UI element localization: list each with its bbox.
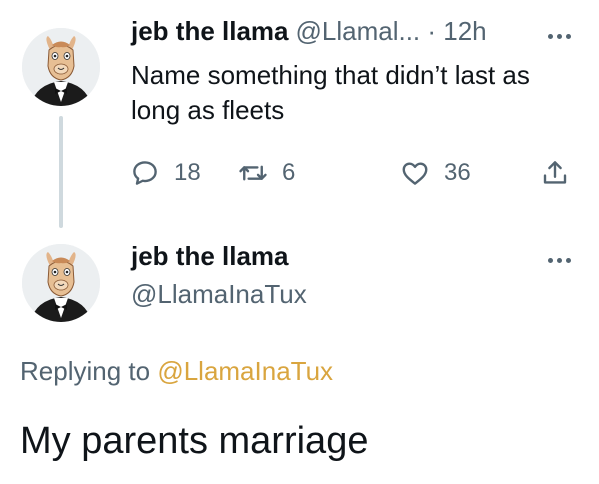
more-dots-icon: [556, 257, 562, 263]
llama-avatar-image: [22, 244, 100, 322]
display-name[interactable]: jeb the llama: [131, 241, 289, 272]
tweet-header: jeb the llama @Llamal... · 12h: [131, 16, 487, 52]
display-name[interactable]: jeb the llama: [131, 16, 289, 47]
reply-button[interactable]: 18: [130, 155, 201, 191]
llama-avatar-image: [22, 28, 100, 106]
share-button[interactable]: [540, 155, 570, 191]
tweet-action-bar: 18 6 36: [130, 155, 580, 191]
user-handle[interactable]: @LlamaInaTux: [131, 279, 307, 310]
reply-tweet-text: My parents marriage: [20, 420, 369, 462]
more-dots-icon: [565, 257, 571, 263]
replying-to-line: Replying to @LlamaInaTux: [20, 356, 333, 387]
more-dots-icon: [547, 257, 553, 263]
retweet-button[interactable]: 6: [238, 155, 295, 191]
like-count: 36: [444, 159, 471, 186]
like-button[interactable]: 36: [400, 155, 471, 191]
more-dots-icon: [565, 33, 571, 39]
replying-to-mention-link[interactable]: @LlamaInaTux: [157, 356, 333, 386]
more-dots-icon: [547, 33, 553, 39]
retweet-count: 6: [282, 159, 296, 186]
handle-and-time[interactable]: @Llamal... · 12h: [296, 16, 487, 47]
more-options-button[interactable]: [539, 26, 579, 46]
thread-connector-line: [59, 116, 63, 228]
share-upload-icon: [543, 161, 567, 184]
reply-bubble-icon: [133, 161, 157, 185]
more-options-button[interactable]: [539, 250, 579, 270]
retweet-icon: [239, 165, 267, 181]
reply-count: 18: [174, 159, 201, 186]
more-dots-icon: [556, 33, 562, 39]
avatar[interactable]: [22, 28, 100, 106]
heart-icon: [402, 162, 428, 185]
replying-to-label: Replying to: [20, 356, 151, 386]
avatar[interactable]: [22, 244, 100, 322]
tweet-text: Name something that didn’t last as long …: [131, 60, 530, 125]
